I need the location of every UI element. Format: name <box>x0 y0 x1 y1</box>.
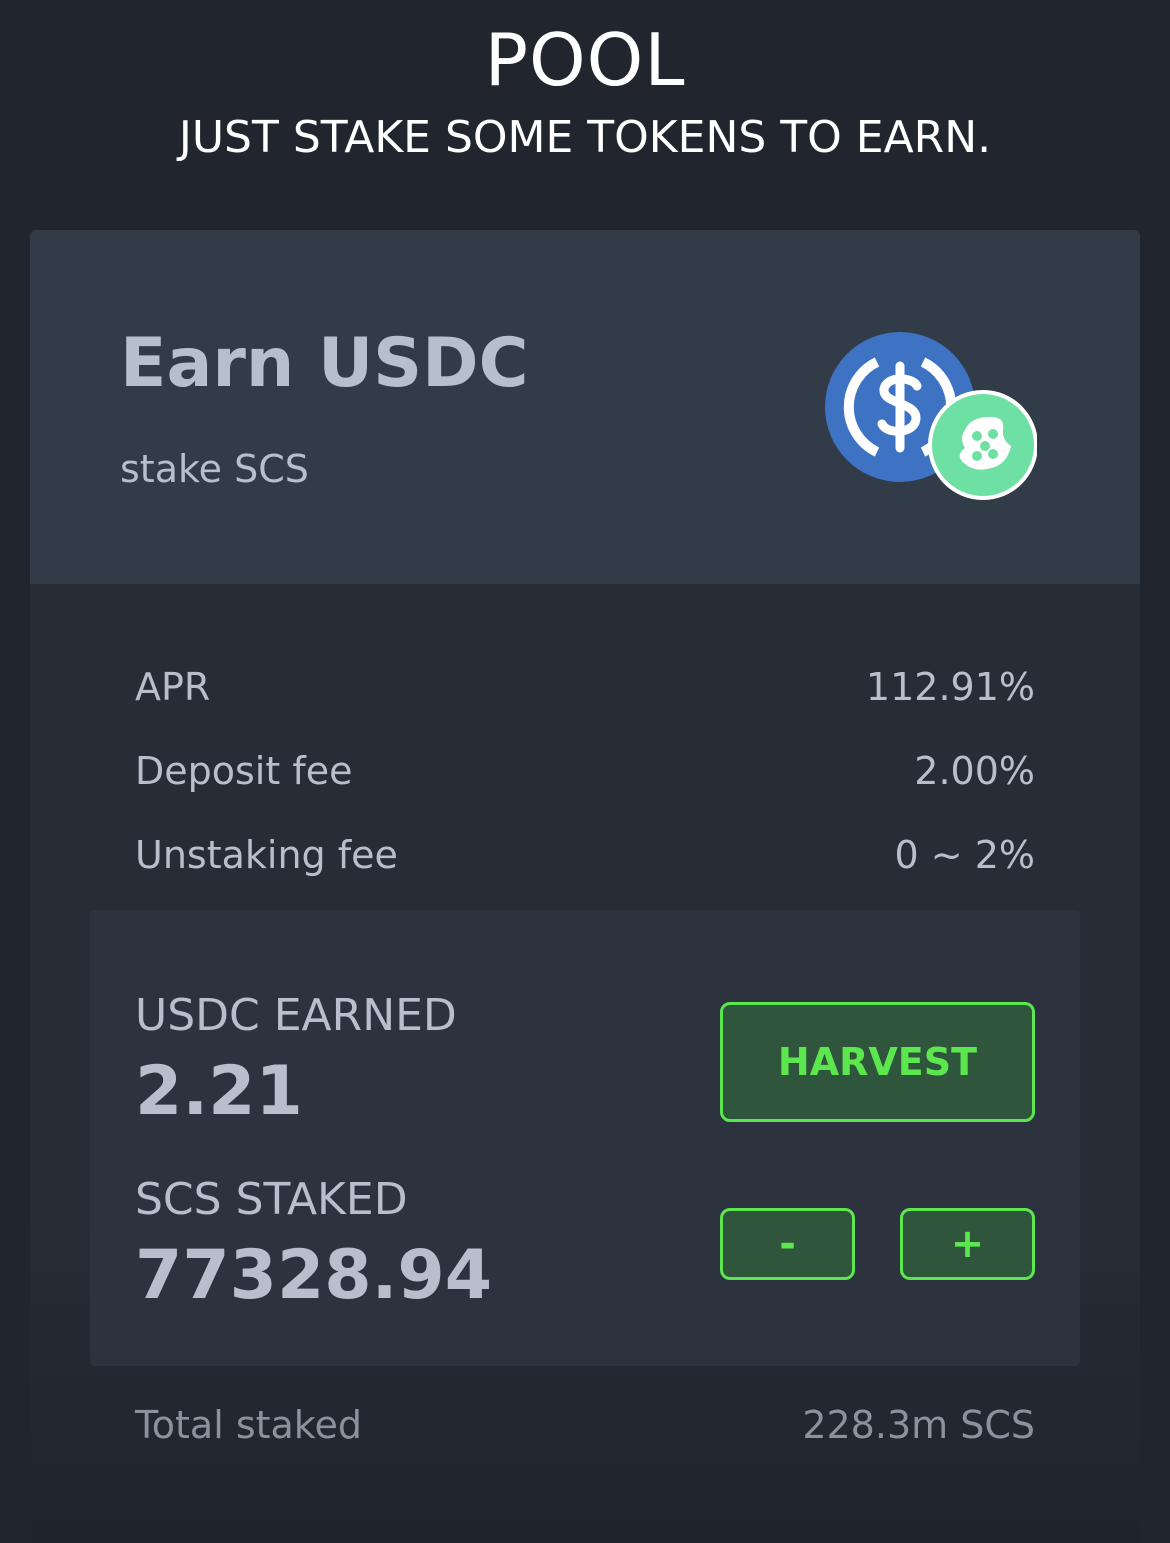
stat-row-apr: APR 112.91% <box>135 660 1035 744</box>
harvest-button[interactable]: HARVEST <box>720 1002 1035 1122</box>
staked-label: SCS STAKED <box>135 1174 408 1225</box>
stat-label: Deposit fee <box>135 749 353 793</box>
total-staked-row: Total staked 228.3m SCS <box>135 1398 1035 1452</box>
stat-label: Unstaking fee <box>135 833 398 877</box>
earned-value: 2.21 <box>135 1052 303 1131</box>
earn-stake-panel: USDC EARNED 2.21 HARVEST SCS STAKED 7732… <box>90 910 1080 1366</box>
pool-title: Earn USDC <box>120 324 529 403</box>
stat-value: 0 ~ 2% <box>894 833 1035 877</box>
stake-plus-button[interactable]: + <box>900 1208 1035 1280</box>
total-staked-label: Total staked <box>135 1403 362 1447</box>
stat-value: 2.00% <box>914 749 1035 793</box>
token-pair-icons <box>825 332 1037 500</box>
stat-row-deposit-fee: Deposit fee 2.00% <box>135 744 1035 828</box>
stat-label: APR <box>135 665 211 709</box>
stat-value: 112.91% <box>865 665 1035 709</box>
stat-row-unstaking-fee: Unstaking fee 0 ~ 2% <box>135 828 1035 912</box>
pool-subtitle: stake SCS <box>120 447 309 491</box>
pool-card: Earn USDC stake SCS APR 112.91% Deposit … <box>30 230 1140 1543</box>
page-title: POOL <box>484 18 686 102</box>
page-subtitle: JUST STAKE SOME TOKENS TO EARN. <box>178 112 992 163</box>
earned-label: USDC EARNED <box>135 990 457 1041</box>
pool-stats: APR 112.91% Deposit fee 2.00% Unstaking … <box>135 660 1035 912</box>
staked-value: 77328.94 <box>135 1236 493 1315</box>
total-staked-value: 228.3m SCS <box>802 1403 1035 1447</box>
unstake-minus-button[interactable]: - <box>720 1208 855 1280</box>
pool-card-header: Earn USDC stake SCS <box>30 230 1140 584</box>
scs-dice-token-icon <box>928 390 1037 500</box>
